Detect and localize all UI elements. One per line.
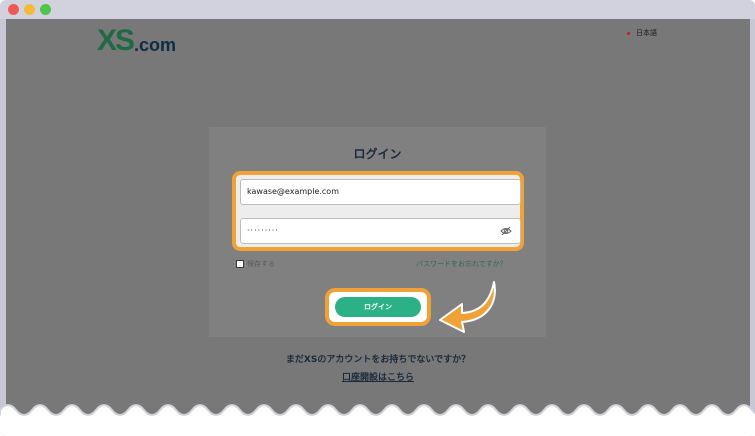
forgot-password-link[interactable]: パスワードをお忘れですか？	[416, 259, 507, 269]
inputs-highlight: kawase@example.com ·········	[232, 171, 524, 251]
language-selector[interactable]: 日本語	[627, 28, 657, 38]
window-titlebar	[0, 0, 755, 19]
password-field[interactable]: ·········	[240, 218, 521, 244]
browser-window: XS .com 日本語 ログイン kawase@example.com ····…	[0, 0, 755, 436]
eye-off-icon[interactable]	[500, 225, 512, 237]
remember-label: 保存する	[247, 260, 275, 268]
language-label: 日本語	[636, 29, 657, 37]
password-value: ·········	[247, 226, 279, 235]
maximize-window-icon[interactable]	[40, 4, 51, 15]
xs-logo[interactable]: XS .com	[97, 26, 176, 56]
minimize-window-icon[interactable]	[24, 4, 35, 15]
pointer-arrow-icon	[439, 281, 496, 333]
close-window-icon[interactable]	[8, 4, 19, 15]
logo-mark: XS	[97, 24, 135, 57]
page-viewport: XS .com 日本語 ログイン kawase@example.com ····…	[6, 19, 750, 436]
login-button[interactable]: ログイン	[335, 297, 421, 317]
remember-checkbox[interactable]: 保存する	[236, 259, 275, 269]
wavy-edge-divider	[0, 404, 755, 436]
logo-suffix: .com	[134, 35, 177, 55]
checkbox-box[interactable]	[236, 260, 244, 268]
login-title: ログイン	[353, 147, 402, 161]
no-account-text: まだXSのアカウントをお持ちでないですか？	[285, 355, 471, 365]
login-button-highlight: ログイン	[325, 288, 431, 326]
email-field[interactable]: kawase@example.com	[240, 179, 521, 205]
open-account-link[interactable]: 口座開設はこちら	[6, 370, 750, 383]
language-bullet-icon	[627, 31, 630, 35]
